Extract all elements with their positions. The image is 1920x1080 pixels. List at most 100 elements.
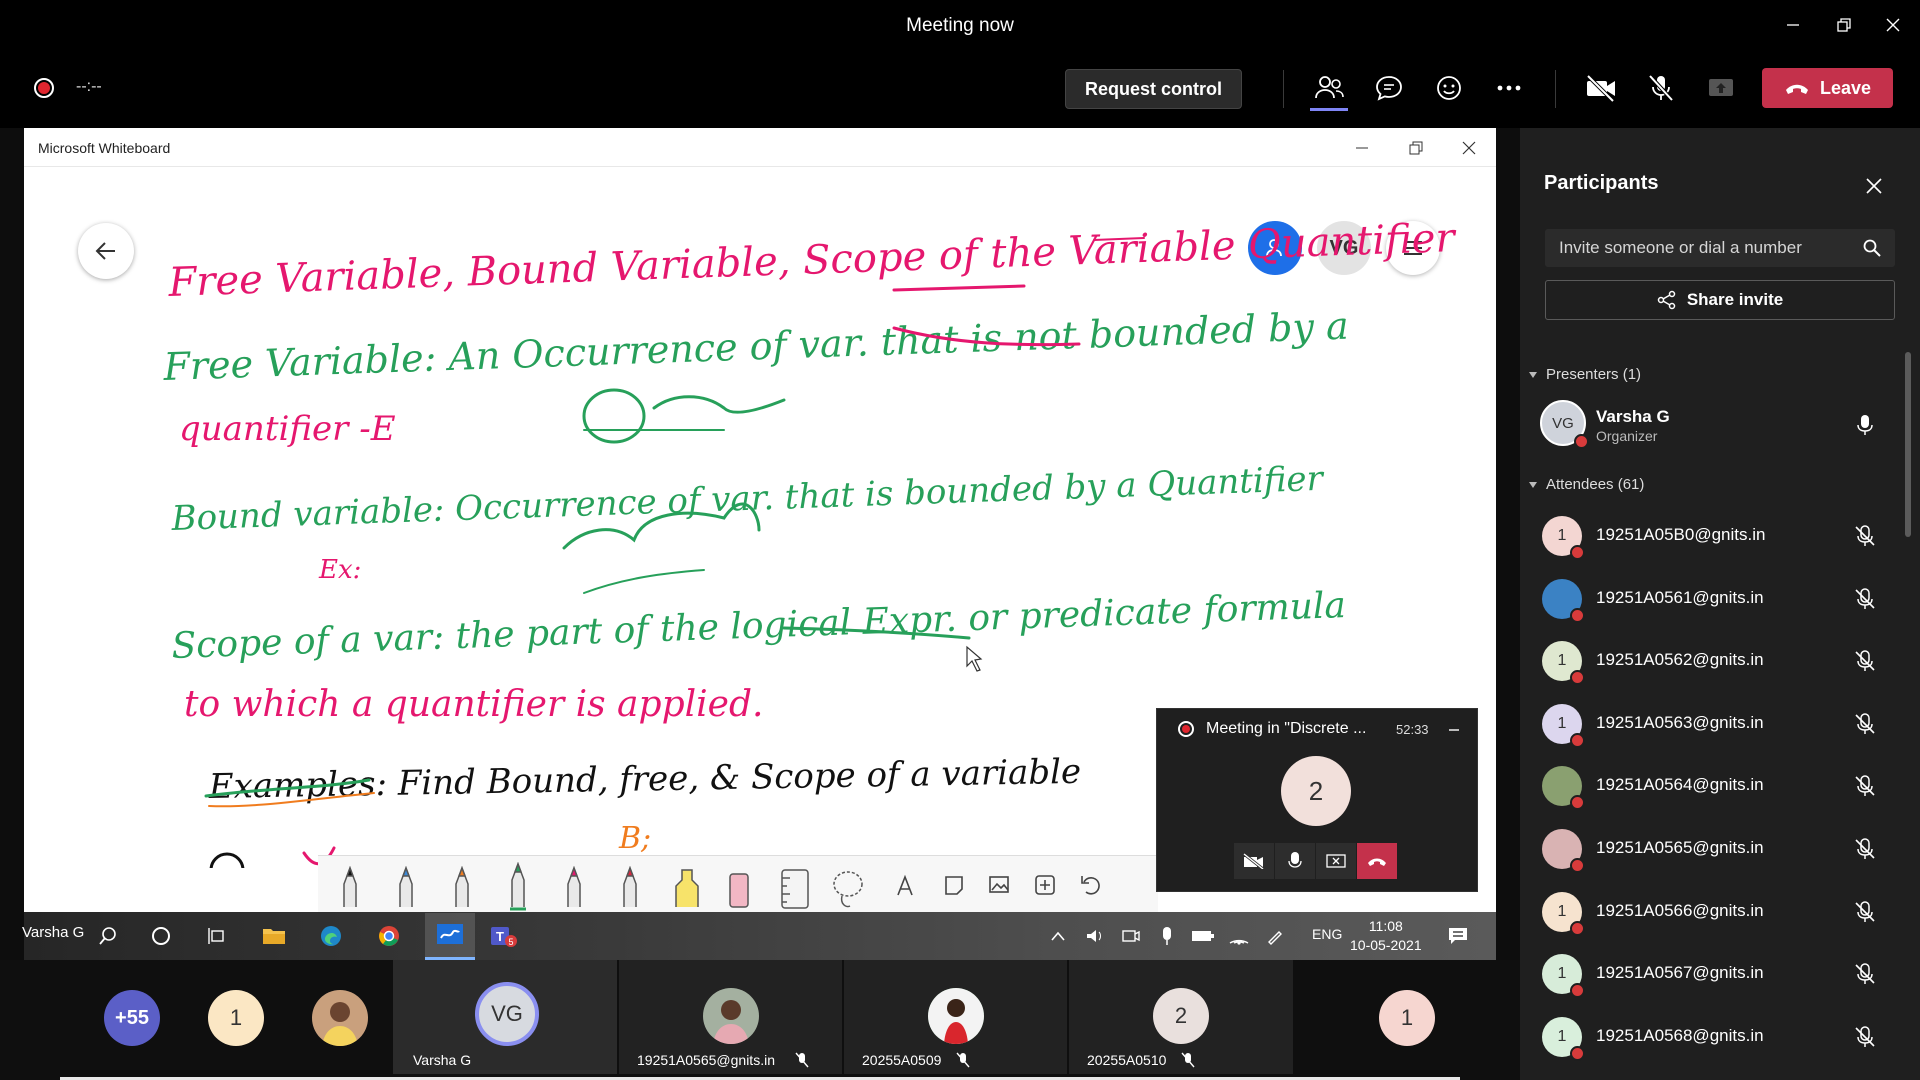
ruler-icon[interactable] — [781, 869, 809, 909]
eraser-icon[interactable] — [729, 873, 749, 908]
gallery-avatar-photo[interactable] — [312, 990, 368, 1046]
notifications-icon[interactable] — [1440, 918, 1476, 954]
attendee-row[interactable]: 1 19251A0568@gnits.in — [1534, 1008, 1894, 1066]
close-icon[interactable] — [1870, 10, 1916, 40]
sticky-note-icon[interactable] — [945, 876, 963, 895]
attendee-row[interactable]: 19251A0561@gnits.in — [1534, 570, 1894, 628]
task-view-icon[interactable] — [199, 918, 235, 954]
tray-chevron-icon[interactable] — [1040, 918, 1076, 954]
presenters-section-header[interactable]: Presenters (1) — [1528, 366, 1641, 383]
battery-icon[interactable] — [1185, 918, 1221, 954]
minimize-icon[interactable] — [1770, 10, 1816, 40]
mini-hangup-icon[interactable] — [1357, 843, 1397, 879]
whiteboard-taskbar-button[interactable] — [425, 913, 475, 960]
teams-icon[interactable]: T5 — [485, 918, 521, 954]
text-tool-icon[interactable] — [897, 874, 913, 896]
attendee-row[interactable]: 1 19251A0563@gnits.in — [1534, 695, 1894, 753]
invite-search-icon[interactable] — [1860, 236, 1884, 260]
gallery-avatar[interactable]: 1 — [208, 990, 264, 1046]
cortana-icon[interactable] — [143, 918, 179, 954]
wb-restore-icon[interactable] — [1399, 136, 1433, 160]
mic-off-icon[interactable] — [1637, 67, 1685, 109]
mic-off-icon — [1855, 650, 1875, 672]
chrome-icon[interactable] — [371, 918, 407, 954]
attendee-name: 19251A0568@gnits.in — [1596, 1025, 1764, 1045]
undo-icon[interactable] — [1081, 876, 1100, 895]
attendee-row[interactable]: 19251A0565@gnits.in — [1534, 820, 1894, 878]
pen-tray-icon[interactable] — [1257, 918, 1293, 954]
pen-black-icon[interactable] — [343, 865, 357, 907]
meet-now-icon[interactable] — [1113, 918, 1149, 954]
gallery-name: 20255A0509 — [862, 1052, 942, 1068]
caret-down-icon — [1529, 371, 1537, 378]
wifi-icon[interactable] — [1221, 918, 1257, 954]
person-photo-icon — [713, 1000, 749, 1044]
search-icon[interactable] — [90, 918, 126, 954]
attendee-row[interactable]: 1 19251A0567@gnits.in — [1534, 945, 1894, 1003]
invite-input[interactable] — [1545, 229, 1895, 267]
attendees-section-header[interactable]: Attendees (61) — [1528, 476, 1644, 493]
presenters-header-label: Presenters (1) — [1546, 366, 1642, 383]
attendee-row[interactable]: 1 19251A05B0@gnits.in — [1534, 507, 1894, 565]
gallery-tile[interactable]: 19251A0565@gnits.in — [619, 960, 842, 1074]
gallery-tile[interactable]: 2 20255A0510 — [1069, 960, 1293, 1074]
panel-close-icon[interactable] — [1862, 174, 1886, 198]
pen-pink-icon[interactable] — [567, 865, 581, 907]
mic-off-icon — [1855, 587, 1875, 609]
attendee-name: 19251A0561@gnits.in — [1596, 587, 1764, 607]
pen-green-icon[interactable] — [510, 862, 526, 911]
gallery-tile[interactable]: 20255A0509 — [844, 960, 1067, 1074]
image-icon[interactable] — [989, 876, 1009, 893]
attendee-row[interactable]: 19251A0564@gnits.in — [1534, 757, 1894, 815]
wb-minimize-icon[interactable] — [1345, 136, 1379, 160]
mic-icon — [1857, 415, 1873, 435]
presenter-row[interactable]: VG Varsha G Organizer — [1534, 396, 1894, 454]
tray-mic-icon[interactable] — [1149, 918, 1185, 954]
leave-button[interactable]: Leave — [1762, 68, 1893, 108]
highlighter-yellow-icon[interactable] — [675, 869, 699, 907]
gallery-tile-active[interactable]: VG Varsha G — [393, 960, 617, 1074]
participants-active-indicator — [1310, 108, 1348, 111]
overflow-participants-button[interactable]: +55 — [104, 990, 160, 1046]
attendee-row[interactable]: 1 19251A0562@gnits.in — [1534, 632, 1894, 690]
camera-off-icon[interactable] — [1577, 67, 1625, 109]
add-icon[interactable] — [1035, 875, 1055, 895]
ink-line: to which a quantifier is applied. — [184, 684, 763, 725]
pen-blue-icon[interactable] — [399, 865, 413, 907]
participants-icon[interactable] — [1305, 67, 1353, 109]
gallery-tile[interactable]: 1 — [1295, 960, 1520, 1074]
mic-off-icon — [956, 1052, 970, 1068]
taskbar-clock[interactable]: 11:08 10-05-2021 — [1350, 917, 1422, 955]
gallery-name: 20255A0510 — [1087, 1052, 1167, 1068]
mic-off-icon — [1855, 713, 1875, 734]
mic-off-icon — [1855, 838, 1875, 859]
file-explorer-icon[interactable] — [256, 918, 292, 954]
pen-orange-icon[interactable] — [455, 865, 469, 907]
taskbar-user: Varsha G — [22, 924, 85, 941]
mini-mic-icon[interactable] — [1275, 843, 1315, 879]
mini-camera-off-icon[interactable] — [1234, 843, 1274, 879]
mini-stop-share-icon[interactable] — [1316, 843, 1356, 879]
mic-off-icon — [1855, 525, 1875, 546]
ink-line: B; — [618, 821, 651, 856]
ink-line: Bound variable: Occurrence of var. that … — [170, 459, 1325, 539]
lasso-icon[interactable] — [833, 871, 863, 908]
volume-icon[interactable] — [1077, 918, 1113, 954]
attendee-row[interactable]: 1 19251A0566@gnits.in — [1534, 883, 1894, 941]
chat-icon[interactable] — [1365, 67, 1413, 109]
caret-down-icon — [1529, 481, 1537, 488]
language-indicator[interactable]: ENG — [1312, 926, 1342, 942]
edge-icon[interactable] — [313, 918, 349, 954]
restore-icon[interactable] — [1821, 10, 1867, 40]
share-tray-icon[interactable] — [1697, 67, 1745, 109]
pen-red-icon[interactable] — [623, 865, 637, 907]
wb-close-icon[interactable] — [1452, 136, 1486, 160]
request-control-button[interactable]: Request control — [1065, 69, 1242, 109]
mini-minimize-icon[interactable] — [1444, 716, 1464, 738]
share-icon — [1657, 290, 1676, 310]
share-invite-button[interactable]: Share invite — [1545, 280, 1895, 320]
reactions-icon[interactable] — [1425, 67, 1473, 109]
status-badge — [1570, 607, 1585, 623]
panel-scrollbar[interactable] — [1905, 352, 1911, 537]
more-icon[interactable] — [1485, 67, 1533, 109]
